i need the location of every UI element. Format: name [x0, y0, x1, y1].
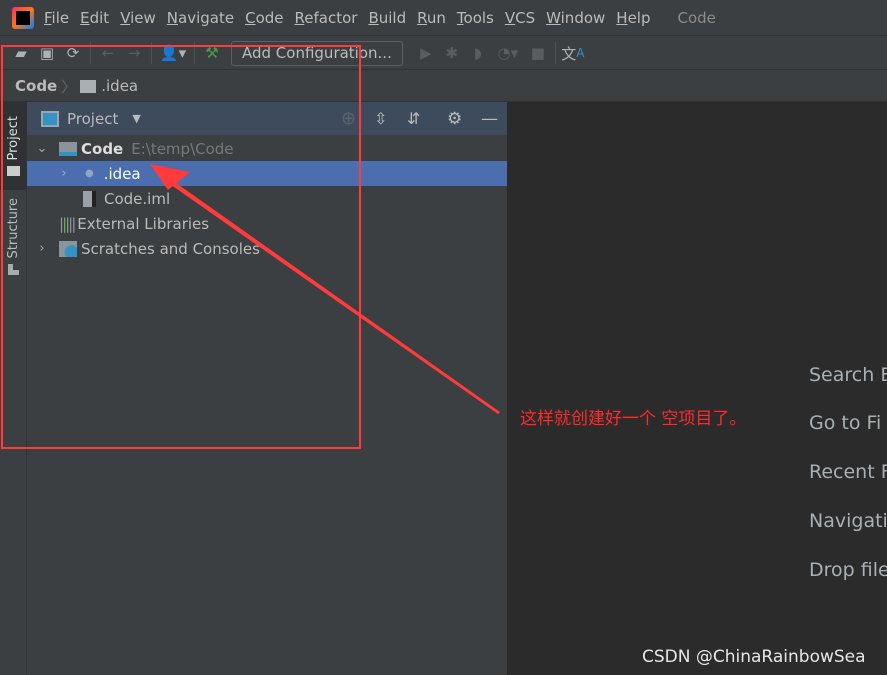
tree-item-idea[interactable]: › ● .idea — [27, 161, 507, 186]
project-path: E:\temp\Code — [131, 139, 234, 158]
run-icon[interactable]: ▶ — [413, 41, 439, 65]
locate-icon[interactable]: ⊕ — [341, 108, 356, 129]
menu-edit[interactable]: Edit — [80, 9, 109, 27]
gear-icon[interactable]: ⚙ — [447, 109, 462, 129]
chevron-right-icon[interactable]: › — [57, 166, 71, 181]
menu-file[interactable]: File — [44, 9, 69, 27]
menu-bar: File Edit View Navigate Code Refactor Bu… — [0, 0, 887, 36]
watermark: CSDN @ChinaRainbowSea — [642, 647, 866, 667]
build-hammer-icon[interactable]: ⚒ — [199, 41, 225, 65]
toolbar-separator — [554, 42, 556, 64]
menu-help[interactable]: Help — [616, 9, 650, 27]
hint-drop-files: Drop file — [809, 559, 887, 581]
menu-build[interactable]: Build — [368, 9, 406, 27]
tree-item-scratches[interactable]: › Scratches and Consoles — [27, 236, 507, 261]
stripe-tab-project-label: Project — [6, 115, 21, 161]
stop-icon[interactable]: ■ — [525, 41, 551, 65]
tree-item-external-libraries[interactable]: ||||| External Libraries — [27, 211, 507, 236]
hint-navigation-bar: Navigati — [809, 510, 887, 532]
hide-icon[interactable]: — — [481, 109, 498, 129]
menu-window[interactable]: Window — [546, 9, 605, 27]
toolbar-separator — [151, 42, 152, 64]
chevron-right-icon[interactable]: › — [35, 241, 49, 256]
chevron-down-icon[interactable]: ▼ — [132, 112, 140, 125]
tree-item-code[interactable]: ⌄ Code E:\temp\Code — [27, 136, 507, 161]
user-dropdown-icon[interactable]: 👤▾ — [156, 41, 190, 65]
module-folder-icon — [59, 141, 77, 156]
project-panel: Project ▼ ⊕ ⇳ ⇵ ⚙ — ⌄ Code E:\temp\Code … — [27, 102, 507, 675]
project-panel-header: Project ▼ ⊕ ⇳ ⇵ ⚙ — — [27, 102, 507, 135]
tree-item-label: Code.iml — [104, 189, 171, 208]
stripe-tab-project[interactable]: Project — [0, 102, 27, 190]
tree-item-label: .idea — [103, 164, 141, 183]
menu-code[interactable]: Code — [245, 9, 283, 27]
toolbar: ▰ ▣ ⟳ ← → 👤▾ ⚒ Add Configuration... ▶ ✱ … — [0, 37, 887, 70]
translate-icon[interactable]: 文A — [560, 41, 586, 65]
forward-icon[interactable]: → — [121, 41, 147, 65]
breadcrumb: Code 〉 .idea — [0, 71, 887, 102]
folder-icon — [7, 166, 20, 177]
intellij-logo-icon — [12, 6, 34, 29]
scratches-icon — [59, 240, 77, 257]
sync-icon[interactable]: ⟳ — [60, 41, 86, 65]
breadcrumb-separator: 〉 — [61, 77, 77, 96]
menu-navigate[interactable]: Navigate — [167, 9, 234, 27]
library-icon: ||||| — [59, 214, 76, 233]
annotation-text: 这样就创建好一个 空项目了。 — [520, 409, 747, 429]
tool-window-stripe: Project Structure — [0, 102, 27, 675]
add-configuration-button[interactable]: Add Configuration... — [231, 40, 403, 66]
stripe-tab-structure[interactable]: Structure — [0, 198, 27, 282]
coverage-icon[interactable]: ◗ — [465, 41, 491, 65]
collapse-all-icon[interactable]: ⇵ — [407, 109, 420, 128]
back-icon[interactable]: ← — [95, 41, 121, 65]
menu-tools[interactable]: Tools — [457, 9, 494, 27]
iml-file-icon — [83, 190, 96, 207]
breadcrumb-child[interactable]: .idea — [101, 77, 138, 95]
tree-item-label: External Libraries — [77, 214, 210, 233]
project-view-selector[interactable]: Project — [67, 110, 118, 128]
menu-vcs[interactable]: VCS — [505, 9, 535, 27]
structure-icon — [8, 264, 19, 276]
menu-run[interactable]: Run — [417, 9, 446, 27]
hint-search-everywhere: Search E — [809, 364, 887, 386]
save-icon[interactable]: ▣ — [34, 41, 60, 65]
toolbar-separator — [90, 42, 91, 64]
window-title: Code — [677, 8, 716, 27]
breadcrumb-root[interactable]: Code — [15, 77, 57, 95]
chevron-down-icon[interactable]: ⌄ — [35, 141, 49, 156]
editor-empty-area: Search E Go to Fi Recent F Navigati Drop… — [507, 102, 887, 675]
project-view-icon — [41, 110, 59, 127]
toolbar-separator — [194, 42, 195, 64]
hint-go-to-file: Go to Fi — [809, 412, 882, 434]
tree-item-label: Code — [81, 139, 124, 158]
hint-recent-files: Recent F — [809, 461, 887, 483]
tree-item-code-iml[interactable]: Code.iml — [27, 186, 507, 211]
folder-icon — [80, 79, 97, 93]
open-folder-icon[interactable]: ▰ — [8, 41, 34, 65]
tree-item-label: Scratches and Consoles — [81, 239, 260, 258]
menu-refactor[interactable]: Refactor — [295, 9, 358, 27]
folder-dot-icon: ● — [85, 168, 94, 179]
debug-icon[interactable]: ✱ — [439, 41, 465, 65]
menu-view[interactable]: View — [120, 9, 156, 27]
profile-dropdown-icon[interactable]: ◔▾ — [491, 41, 525, 65]
expand-all-icon[interactable]: ⇳ — [374, 109, 387, 128]
stripe-tab-structure-label: Structure — [6, 198, 21, 259]
